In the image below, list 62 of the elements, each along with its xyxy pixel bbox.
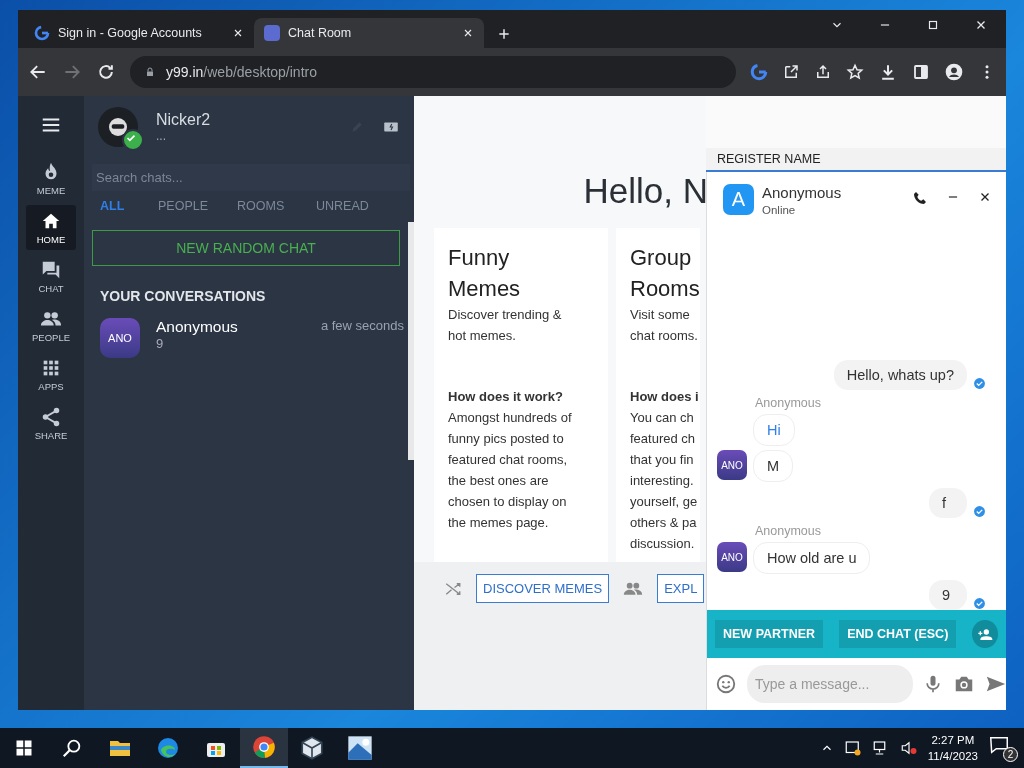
card-text: interesting.: [630, 472, 695, 490]
conversation-time: a few seconds: [320, 318, 404, 335]
card-text: the best ones are: [448, 472, 550, 490]
notification-button[interactable]: 2: [988, 734, 1016, 762]
nav-item[interactable]: HOME: [26, 205, 76, 250]
browser-tab[interactable]: Chat Room: [254, 18, 484, 48]
profile-status: ...: [156, 129, 167, 143]
section-title: YOUR CONVERSATIONS: [99, 287, 267, 304]
sender-avatar: ANO: [717, 450, 747, 480]
sender-avatar: ANO: [717, 542, 747, 572]
card-text: featured ch: [630, 430, 697, 448]
card-title: Rooms: [630, 275, 700, 303]
profile-name: Nicker2: [156, 111, 211, 129]
card-text: yourself, ge: [630, 493, 699, 511]
browser-tab[interactable]: Sign in - Google Accounts: [24, 18, 254, 48]
nav-item[interactable]: PEOPLE: [26, 303, 76, 348]
nav-item[interactable]: MEME: [26, 156, 76, 201]
clock[interactable]: 2:27 PM 11/4/2023: [927, 732, 978, 764]
card-text: funny pics posted to: [448, 430, 565, 448]
conversation-name[interactable]: Anonymous: [156, 318, 238, 336]
greeting: Hello, N: [414, 96, 706, 212]
card-description: hot memes.: [448, 327, 517, 345]
message-field[interactable]: Type a message...: [747, 665, 913, 703]
card-text: the memes page.: [448, 514, 550, 532]
card-text: Amongst hundreds of: [448, 409, 573, 427]
card-title: Funny: [448, 244, 511, 272]
partner-name: Anonymous: [762, 184, 842, 201]
card-question: How does it work?: [448, 388, 564, 406]
nav-item[interactable]: APPS: [26, 352, 76, 397]
conversation-avatar[interactable]: ANO: [100, 318, 140, 358]
sent-message: Hello, whats up?: [833, 360, 967, 390]
partner-status: Online: [762, 204, 797, 216]
card-title: Memes: [448, 275, 522, 303]
sent-message: f: [929, 488, 967, 518]
card-description: chat rooms.: [630, 327, 699, 345]
sender-name: Anonymous: [755, 524, 821, 538]
address-bar[interactable]: y99.in/web/desktop/intro: [130, 56, 736, 88]
card-text: You can ch: [630, 409, 695, 427]
card-question: How does i: [630, 388, 700, 406]
card-description: Visit some: [630, 306, 691, 324]
card-text: featured chat rooms,: [448, 451, 569, 469]
card-text: others & pa: [630, 514, 698, 532]
sender-name: Anonymous: [755, 396, 821, 410]
card-button[interactable]: EXPL: [657, 574, 705, 603]
card-text: discussion.: [630, 535, 696, 553]
card-description: Discover trending &: [448, 306, 563, 324]
received-message: How old are u: [753, 542, 871, 574]
partner-avatar: A: [723, 184, 754, 215]
nav-item[interactable]: SHARE: [26, 401, 76, 446]
register-name-bar[interactable]: REGISTER NAME: [706, 148, 1006, 172]
card-button[interactable]: DISCOVER MEMES: [476, 574, 610, 603]
filter-tab[interactable]: ROOMS: [237, 199, 316, 213]
sent-message: 9: [929, 580, 967, 610]
search-field[interactable]: Search chats...: [92, 164, 410, 191]
received-message: Hi: [753, 414, 795, 446]
nav-item[interactable]: CHAT: [26, 254, 76, 299]
card-text: chosen to display on: [448, 493, 568, 511]
card-text: that you fin: [630, 451, 695, 469]
conversation-preview: 9: [156, 336, 165, 351]
received-message: M: [753, 450, 794, 482]
new-random-chat-button[interactable]: NEW RANDOM CHAT: [92, 230, 400, 266]
card-title: Group: [630, 244, 693, 272]
